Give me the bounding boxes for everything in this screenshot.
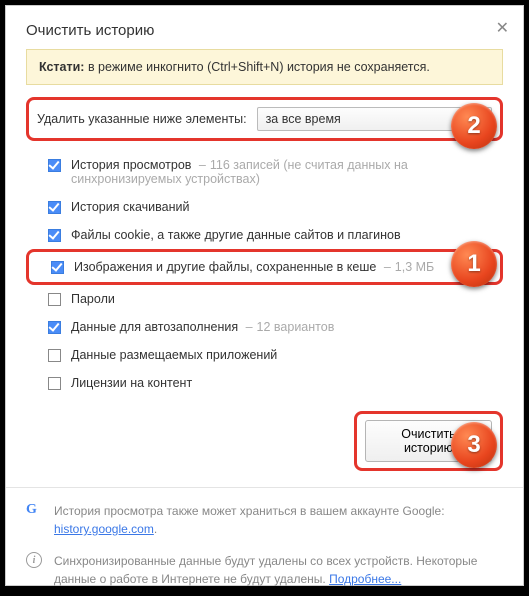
item-sub: 1,3 МБ — [395, 260, 434, 274]
close-icon[interactable]: ✕ — [496, 18, 509, 38]
checkbox[interactable] — [51, 261, 64, 274]
badge-3: 3 — [451, 422, 497, 468]
footer-info: i Синхронизированные данные будут удален… — [26, 552, 503, 588]
item-label: Файлы cookie, а также другие данные сайт… — [71, 228, 401, 242]
list-item[interactable]: Файлы cookie, а также другие данные сайт… — [26, 221, 503, 249]
checkbox[interactable] — [48, 377, 61, 390]
clear-history-dialog: Очистить историю ✕ Кстати: в режиме инко… — [5, 5, 524, 586]
incognito-tip: Кстати: в режиме инкогнито (Ctrl+Shift+N… — [26, 49, 503, 85]
dialog-title: Очистить историю — [6, 6, 523, 49]
time-range-label: Удалить указанные ниже элементы: — [37, 112, 247, 126]
checkbox[interactable] — [48, 349, 61, 362]
checkbox[interactable] — [48, 293, 61, 306]
learn-more-link[interactable]: Подробнее... — [329, 572, 401, 586]
checkbox[interactable] — [48, 159, 61, 172]
checkbox[interactable] — [48, 321, 61, 334]
info-icon: i — [26, 552, 44, 568]
separator — [6, 487, 523, 488]
list-item[interactable]: Данные размещаемых приложений — [26, 341, 503, 369]
tip-text: в режиме инкогнито (Ctrl+Shift+N) истори… — [88, 60, 430, 74]
list-item-cache[interactable]: Изображения и другие файлы, сохраненные … — [26, 249, 503, 285]
checkbox[interactable] — [48, 201, 61, 214]
options-list: История просмотров –116 записей (не счит… — [26, 151, 503, 397]
item-label: Данные размещаемых приложений — [71, 348, 277, 362]
google-icon: G — [26, 502, 44, 518]
item-label: Изображения и другие файлы, сохраненные … — [74, 260, 376, 274]
tip-prefix: Кстати: — [39, 60, 88, 74]
item-label: Лицензии на контент — [71, 376, 192, 390]
list-item[interactable]: История просмотров –116 записей (не счит… — [26, 151, 503, 193]
footer: G История просмотра также может хранитьс… — [26, 502, 503, 588]
history-google-link[interactable]: history.google.com — [54, 522, 154, 536]
list-item[interactable]: История скачиваний — [26, 193, 503, 221]
badge-2: 2 — [451, 103, 497, 149]
checkbox[interactable] — [48, 229, 61, 242]
list-item[interactable]: Лицензии на контент — [26, 369, 503, 397]
item-label: Данные для автозаполнения — [71, 320, 238, 334]
badge-1: 1 — [451, 241, 497, 287]
item-label: История просмотров — [71, 158, 191, 172]
item-label: История скачиваний — [71, 200, 189, 214]
list-item[interactable]: Данные для автозаполнения –12 вариантов — [26, 313, 503, 341]
item-label: Пароли — [71, 292, 115, 306]
footer-google: G История просмотра также может хранитьс… — [26, 502, 503, 538]
time-range-row: Удалить указанные ниже элементы: за все … — [26, 97, 503, 141]
list-item[interactable]: Пароли — [26, 285, 503, 313]
item-sub: 12 вариантов — [257, 320, 335, 334]
